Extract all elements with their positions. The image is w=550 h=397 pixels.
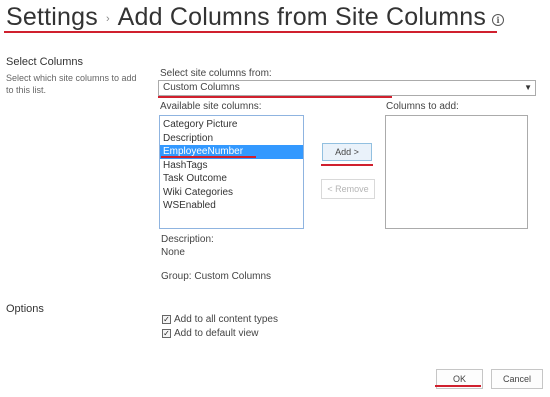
annotation-underline-add bbox=[321, 164, 373, 166]
annotation-underline-selected-item bbox=[161, 156, 256, 158]
remove-button[interactable]: < Remove bbox=[321, 179, 375, 199]
annotation-underline-title bbox=[4, 31, 497, 33]
source-dropdown-value: Custom Columns bbox=[163, 82, 240, 93]
section-title-select-columns: Select Columns bbox=[6, 56, 84, 68]
add-default-view-checkbox[interactable]: ✓ bbox=[162, 329, 171, 338]
section-description: Select which site columns to add to this… bbox=[6, 73, 137, 95]
annotation-underline-ok bbox=[435, 385, 481, 387]
list-item[interactable]: Task Outcome bbox=[160, 172, 303, 186]
available-columns-label: Available site columns: bbox=[160, 101, 262, 112]
source-label: Select site columns from: bbox=[160, 68, 272, 79]
breadcrumb-separator: › bbox=[105, 13, 110, 25]
list-item[interactable]: Description bbox=[160, 132, 303, 146]
list-item[interactable]: Wiki Categories bbox=[160, 186, 303, 200]
source-dropdown[interactable]: Custom Columns ▼ bbox=[158, 80, 536, 96]
group-text: Group: Custom Columns bbox=[161, 271, 272, 282]
add-button[interactable]: Add > bbox=[322, 143, 372, 161]
cancel-button[interactable]: Cancel bbox=[491, 369, 543, 389]
breadcrumb-settings[interactable]: Settings bbox=[6, 3, 98, 32]
description-value: None bbox=[161, 247, 185, 258]
description-label: Description: bbox=[161, 234, 214, 245]
columns-to-add-listbox[interactable] bbox=[385, 115, 528, 229]
list-item[interactable]: HashTags bbox=[160, 159, 303, 173]
info-icon[interactable]: i bbox=[492, 14, 505, 26]
list-item[interactable]: Category Picture bbox=[160, 118, 303, 132]
page-header: Settings › Add Columns from Site Columns… bbox=[6, 0, 505, 34]
add-all-content-types-label: Add to all content types bbox=[174, 314, 278, 325]
columns-to-add-label: Columns to add: bbox=[386, 101, 459, 112]
section-title-options: Options bbox=[6, 303, 44, 315]
list-item[interactable]: WSEnabled bbox=[160, 199, 303, 213]
annotation-underline-source bbox=[158, 96, 392, 98]
add-default-view-label: Add to default view bbox=[174, 328, 259, 339]
add-all-content-types-checkbox[interactable]: ✓ bbox=[162, 315, 171, 324]
chevron-down-icon: ▼ bbox=[524, 83, 532, 92]
page-title: Add Columns from Site Columns bbox=[117, 2, 487, 31]
available-columns-listbox[interactable]: Category Picture Description EmployeeNum… bbox=[159, 115, 304, 229]
